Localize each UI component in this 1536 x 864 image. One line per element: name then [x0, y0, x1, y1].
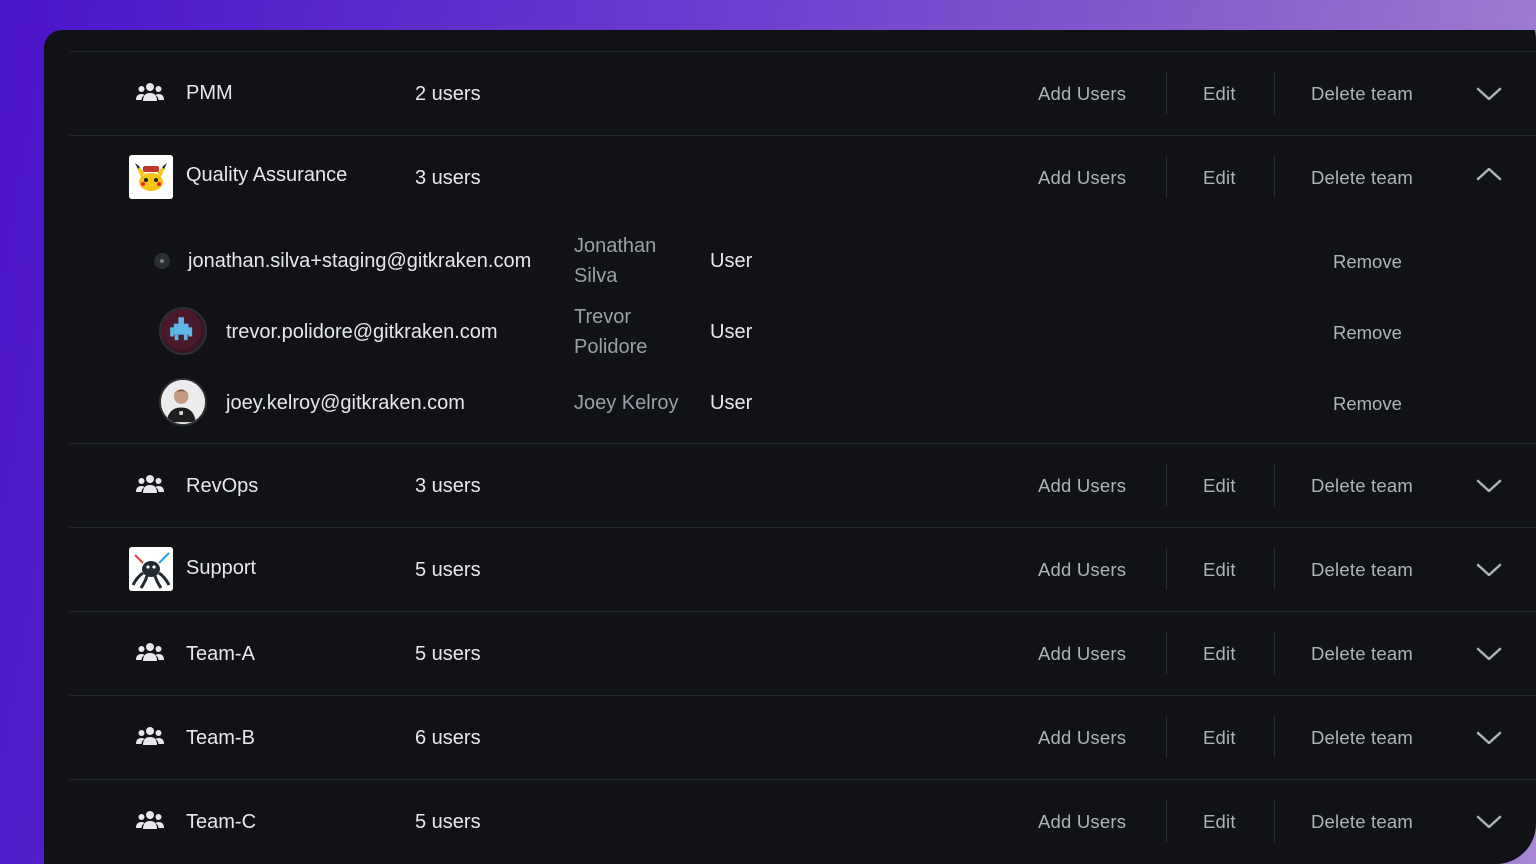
add-users-button[interactable]: Add Users — [1038, 559, 1126, 581]
team-user-count: 3 users — [415, 475, 481, 497]
divider — [1274, 72, 1275, 114]
edit-button[interactable]: Edit — [1203, 167, 1236, 189]
chevron-down-icon[interactable] — [1476, 562, 1502, 578]
team-name: RevOps — [186, 475, 259, 497]
add-users-button[interactable]: Add Users — [1038, 643, 1126, 665]
edit-button[interactable]: Edit — [1203, 727, 1236, 749]
member-email: jonathan.silva+staging@gitkraken.com — [188, 250, 532, 272]
add-users-button[interactable]: Add Users — [1038, 475, 1126, 497]
team-icon — [136, 811, 164, 829]
divider — [1274, 156, 1275, 198]
delete-team-button[interactable]: Delete team — [1311, 559, 1413, 581]
edit-button[interactable]: Edit — [1203, 559, 1236, 581]
chevron-down-icon[interactable] — [1476, 814, 1502, 830]
add-users-button[interactable]: Add Users — [1038, 727, 1126, 749]
team-name: Team-B — [186, 727, 255, 749]
delete-team-button[interactable]: Delete team — [1311, 643, 1413, 665]
divider — [1166, 156, 1167, 198]
chevron-down-icon[interactable] — [1476, 646, 1502, 662]
team-user-count: 5 users — [415, 643, 481, 665]
team-icon — [136, 83, 164, 101]
team-user-count: 3 users — [415, 167, 481, 189]
member-row: trevor.polidore@gitkraken.com Trevor Poli… — [70, 297, 1536, 367]
default-avatar-icon — [154, 253, 170, 269]
delete-team-button[interactable]: Delete team — [1311, 83, 1413, 105]
app-frame: PMM 2 users Add Users Edit Delete team Q… — [0, 0, 1536, 864]
member-email: joey.kelroy@gitkraken.com — [226, 392, 465, 414]
team-name: Team-A — [186, 643, 255, 665]
divider — [1274, 800, 1275, 842]
team-row-pmm[interactable]: PMM 2 users Add Users Edit Delete team — [70, 52, 1536, 136]
add-users-button[interactable]: Add Users — [1038, 167, 1126, 189]
chevron-down-icon[interactable] — [1476, 86, 1502, 102]
divider — [1274, 548, 1275, 590]
member-name: Trevor Polidore — [574, 306, 648, 358]
team-row-team-c[interactable]: Team-C 5 users Add Users Edit Delete tea… — [70, 780, 1536, 864]
edit-button[interactable]: Edit — [1203, 811, 1236, 833]
team-avatar-pikachu — [129, 155, 173, 199]
team-icon — [136, 727, 164, 745]
delete-team-button[interactable]: Delete team — [1311, 167, 1413, 189]
member-row: joey.kelroy@gitkraken.com Joey Kelroy Us… — [70, 368, 1536, 438]
remove-member-button[interactable]: Remove — [1333, 251, 1402, 273]
team-user-count: 5 users — [415, 559, 481, 581]
member-row: jonathan.silva+staging@gitkraken.com Jon… — [70, 226, 1536, 296]
team-avatar-kraken — [129, 547, 173, 591]
delete-team-button[interactable]: Delete team — [1311, 727, 1413, 749]
divider — [1166, 716, 1167, 758]
divider — [1166, 548, 1167, 590]
member-role: User — [710, 250, 753, 272]
divider — [1166, 800, 1167, 842]
team-icon — [136, 475, 164, 493]
team-row-support[interactable]: Support 5 users Add Users Edit Delete te… — [70, 528, 1536, 612]
chevron-down-icon[interactable] — [1476, 730, 1502, 746]
delete-team-button[interactable]: Delete team — [1311, 475, 1413, 497]
team-name: Team-C — [186, 811, 257, 833]
chevron-down-icon[interactable] — [1476, 478, 1502, 494]
edit-button[interactable]: Edit — [1203, 83, 1236, 105]
team-row-revops[interactable]: RevOps 3 users Add Users Edit Delete tea… — [70, 444, 1536, 528]
edit-button[interactable]: Edit — [1203, 475, 1236, 497]
divider — [1166, 72, 1167, 114]
team-name: Support — [186, 557, 257, 579]
member-avatar — [159, 307, 207, 355]
remove-member-button[interactable]: Remove — [1333, 393, 1402, 415]
member-name: Joey Kelroy — [574, 392, 679, 414]
member-role: User — [710, 321, 753, 343]
divider — [1166, 464, 1167, 506]
add-users-button[interactable]: Add Users — [1038, 811, 1126, 833]
team-user-count: 2 users — [415, 83, 481, 105]
remove-member-button[interactable]: Remove — [1333, 322, 1402, 344]
team-user-count: 6 users — [415, 727, 481, 749]
team-row-team-b[interactable]: Team-B 6 users Add Users Edit Delete tea… — [70, 696, 1536, 780]
member-email: trevor.polidore@gitkraken.com — [226, 321, 498, 343]
divider — [1274, 716, 1275, 758]
team-user-count: 5 users — [415, 811, 481, 833]
divider — [1274, 464, 1275, 506]
add-users-button[interactable]: Add Users — [1038, 83, 1126, 105]
team-name: Quality Assurance — [186, 164, 348, 186]
edit-button[interactable]: Edit — [1203, 643, 1236, 665]
team-name: PMM — [186, 82, 233, 104]
divider — [1274, 632, 1275, 674]
member-name: Jonathan Silva — [574, 235, 657, 287]
team-icon — [136, 643, 164, 661]
teams-panel: PMM 2 users Add Users Edit Delete team Q… — [44, 30, 1536, 864]
member-avatar — [159, 378, 207, 426]
team-row-team-a[interactable]: Team-A 5 users Add Users Edit Delete tea… — [70, 612, 1536, 696]
delete-team-button[interactable]: Delete team — [1311, 811, 1413, 833]
divider — [1166, 632, 1167, 674]
chevron-up-icon[interactable] — [1476, 166, 1502, 182]
member-role: User — [710, 392, 753, 414]
